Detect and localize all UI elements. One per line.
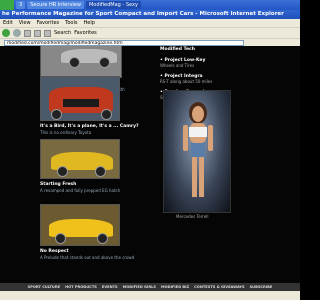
nav-events[interactable]: EVENTS: [102, 285, 118, 289]
favorites-button[interactable]: Favorites: [74, 30, 97, 36]
model-caption: Mercedes Terrell: [176, 214, 209, 219]
footer-nav: SPORT CULTURE HOT PRODUCTS EVENTS MODIFI…: [0, 283, 300, 291]
taskbar-tab-2[interactable]: Secure HR interview: [27, 1, 84, 9]
menu-tools[interactable]: Tools: [65, 20, 77, 26]
article-desc: A revamped and fully prepped EG hatch: [40, 188, 121, 193]
status-bar: [0, 291, 300, 300]
article-thumbnail[interactable]: [40, 76, 120, 121]
menu-bar: Edit View Favorites Tools Help: [0, 19, 300, 27]
toolbar: Search Favorites: [0, 27, 300, 38]
sidebar-heading: Modified Tech: [160, 47, 195, 52]
sidebar-link-sub: RS-T along about 50 miles: [160, 79, 213, 84]
article-desc: A Prelude that stands out and above the …: [40, 255, 135, 260]
nav-modified-girls[interactable]: MODIFIED GIRLS: [123, 285, 156, 289]
article-thumbnail[interactable]: [40, 139, 120, 179]
menu-favorites[interactable]: Favorites: [37, 20, 60, 26]
taskbar: 3 Secure HR interview ModifiedMag - Sexy: [0, 0, 300, 10]
model-figure-icon: [183, 102, 213, 197]
featured-girl-photo[interactable]: [163, 90, 231, 213]
article-thumbnail[interactable]: [40, 204, 120, 246]
nav-modified-biz[interactable]: MODIFIED BIZ: [161, 285, 189, 289]
article-item: Starting Fresh A revamped and fully prep…: [40, 139, 152, 193]
back-icon[interactable]: [2, 29, 10, 37]
menu-edit[interactable]: Edit: [3, 20, 13, 26]
home-icon[interactable]: [44, 29, 51, 37]
taskbar-tab-3[interactable]: ModifiedMag - Sexy: [85, 1, 141, 9]
search-button[interactable]: Search: [54, 30, 71, 36]
start-button[interactable]: [0, 0, 14, 10]
nav-sport-culture[interactable]: SPORT CULTURE: [28, 285, 60, 289]
menu-view[interactable]: View: [19, 20, 31, 26]
article-item: It's a Bird, It's a plane, It's a ... Ca…: [40, 76, 152, 135]
article-desc: This is no ordinary Toyota: [40, 130, 92, 135]
article-title[interactable]: No Respect: [40, 249, 152, 254]
refresh-icon[interactable]: [34, 29, 41, 37]
page-content: Hidden Agenda An SR20DET? You don't want…: [0, 46, 300, 290]
sidebar-link-sub: Wheels and Tires: [160, 63, 195, 68]
forward-icon[interactable]: [13, 29, 21, 37]
stop-icon[interactable]: [24, 29, 31, 37]
article-title[interactable]: Starting Fresh: [40, 182, 152, 187]
nav-subscribe[interactable]: SUBSCRIBE: [250, 285, 273, 289]
menu-help[interactable]: Help: [83, 20, 94, 26]
nav-contests[interactable]: CONTESTS & GIVEAWAYS: [194, 285, 244, 289]
article-item: No Respect A Prelude that stands out and…: [40, 204, 152, 260]
taskbar-tab-1[interactable]: 3: [16, 1, 26, 9]
article-thumbnail[interactable]: [40, 46, 122, 78]
nav-hot-products[interactable]: HOT PRODUCTS: [65, 285, 97, 289]
window-title: he Performance Magazine for Sport Compac…: [0, 10, 300, 19]
article-title[interactable]: It's a Bird, It's a plane, It's a ... Ca…: [40, 124, 152, 129]
